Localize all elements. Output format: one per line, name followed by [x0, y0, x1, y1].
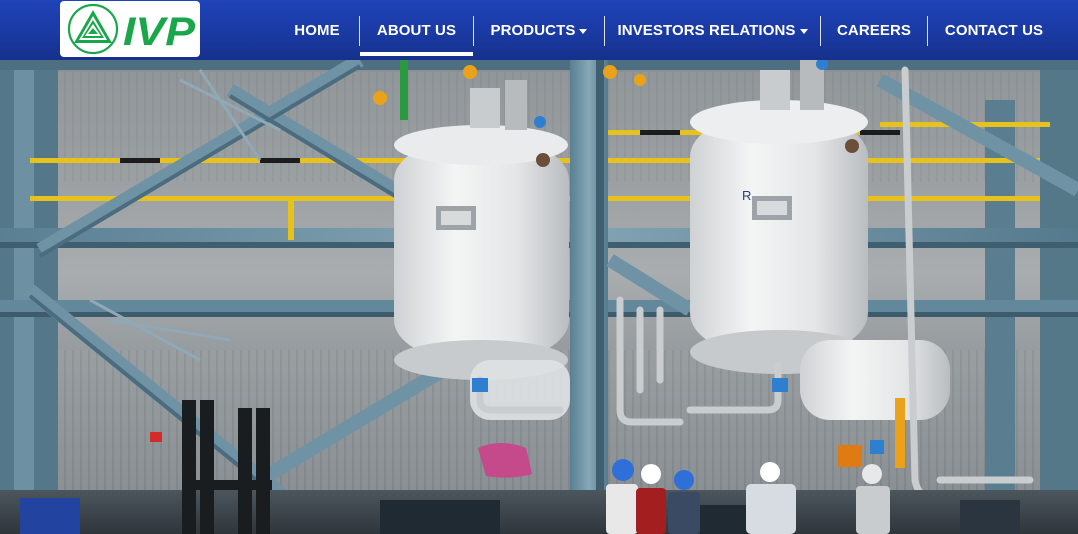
- logo[interactable]: IVP: [60, 1, 200, 57]
- logo-wordmark: IVP: [123, 10, 195, 50]
- nav-home-label: HOME: [294, 21, 340, 39]
- nav-careers-label: CAREERS: [836, 21, 912, 39]
- nav-contact-us-label: CONTACT US: [944, 21, 1044, 39]
- brand-name: IVP: [123, 10, 195, 50]
- vessel-tag: R: [742, 188, 751, 203]
- nav-products-label: PRODUCTS: [490, 21, 576, 39]
- main-nav: HOME ABOUT US PRODUCTS INVESTORS RELATIO…: [275, 0, 1060, 60]
- ivp-triangle-logo-icon: [67, 3, 119, 55]
- nav-investors-relations-label: INVESTORS RELATIONS: [617, 21, 796, 39]
- nav-investors-relations[interactable]: INVESTORS RELATIONS: [605, 0, 820, 60]
- caret-down-icon: [799, 28, 808, 34]
- nav-about-us-label: ABOUT US: [376, 21, 457, 39]
- nav-about-us[interactable]: ABOUT US: [360, 0, 473, 60]
- nav-careers[interactable]: CAREERS: [821, 0, 927, 60]
- caret-down-icon: [579, 28, 588, 34]
- nav-contact-us[interactable]: CONTACT US: [928, 0, 1060, 60]
- nav-products[interactable]: PRODUCTS: [474, 0, 604, 60]
- industrial-reactor-plant-photo: R: [0, 60, 1078, 534]
- nav-home[interactable]: HOME: [275, 0, 359, 60]
- hero-banner: R: [0, 60, 1078, 534]
- site-header: IVP HOME ABOUT US PRODUCTS INVESTORS REL…: [0, 0, 1078, 60]
